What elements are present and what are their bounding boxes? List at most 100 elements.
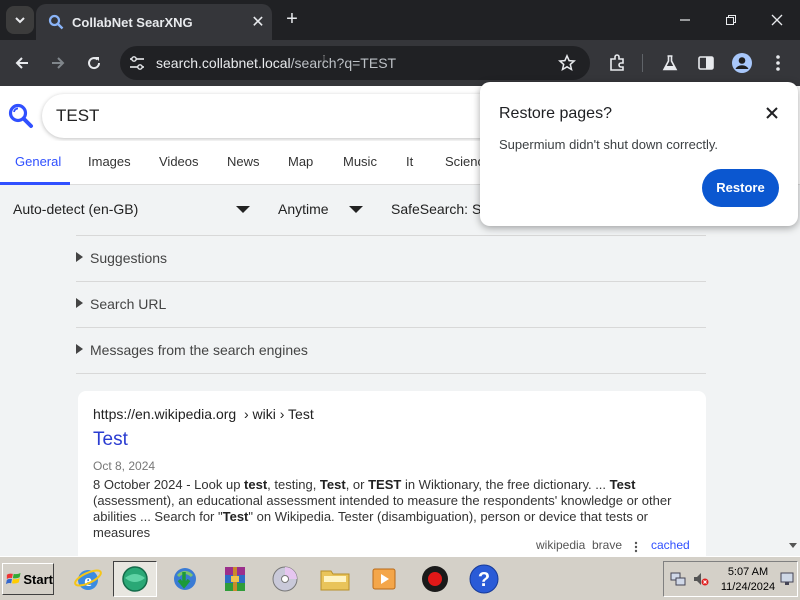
taskbar-download-manager[interactable] — [163, 561, 207, 597]
taskbar-file-explorer[interactable] — [313, 561, 357, 597]
download-globe-icon — [174, 568, 196, 590]
extensions-button[interactable] — [602, 48, 632, 78]
search-result: https://en.wikipedia.org › wiki › Test T… — [78, 391, 706, 556]
snippet-highlight: test — [244, 477, 268, 492]
help-icon: ? — [469, 564, 499, 594]
taskbar-help[interactable]: ? — [462, 561, 506, 597]
restore-button[interactable]: Restore — [702, 169, 779, 207]
time-range-select[interactable]: Anytime — [278, 201, 329, 217]
result-date: Oct 8, 2024 — [93, 459, 156, 473]
restore-window-button[interactable] — [708, 0, 754, 40]
text-cursor-icon — [323, 55, 325, 63]
puzzle-icon — [610, 54, 624, 71]
site-info-icon[interactable] — [128, 54, 146, 72]
tab-science[interactable]: Scienc — [445, 154, 484, 169]
start-button[interactable]: Start — [2, 563, 54, 595]
taskbar-ie[interactable]: e — [66, 561, 110, 597]
tab-videos[interactable]: Videos — [159, 154, 199, 169]
language-select[interactable]: Auto-detect (en-GB) — [13, 201, 138, 217]
back-arrow-icon — [15, 57, 28, 69]
monitor-icon[interactable] — [780, 572, 794, 586]
expand-triangle-icon — [76, 252, 83, 262]
taskbar-browser[interactable] — [113, 561, 157, 597]
minimize-button[interactable] — [662, 0, 708, 40]
tab-images[interactable]: Images — [88, 154, 131, 169]
close-window-button[interactable] — [754, 0, 800, 40]
snippet-highlight: Test — [609, 477, 636, 492]
clock-time: 5:07 AM — [727, 566, 769, 578]
dialog-message: Supermium didn't shut down correctly. — [499, 137, 719, 152]
record-icon — [422, 566, 448, 592]
search-url-toggle[interactable]: Search URL — [76, 281, 706, 327]
network-icon[interactable] — [670, 571, 686, 587]
tab-general[interactable]: General — [15, 154, 61, 169]
restore-window-icon — [726, 15, 736, 25]
scroll-down-arrow-icon[interactable] — [789, 543, 797, 548]
tab-music[interactable]: Music — [343, 154, 377, 169]
tab-map[interactable]: Map — [288, 154, 313, 169]
search-icon — [48, 14, 64, 30]
start-label: Start — [23, 571, 53, 587]
result-url-path: › wiki › Test — [243, 406, 314, 422]
language-dropdown-icon[interactable] — [236, 206, 250, 213]
volume-muted-icon[interactable] — [693, 571, 709, 587]
profile-button[interactable] — [727, 48, 757, 78]
bookmark-star-icon[interactable] — [558, 54, 576, 72]
internet-explorer-icon: e — [74, 569, 102, 590]
avatar-icon — [732, 53, 752, 73]
labs-button[interactable] — [655, 48, 685, 78]
windows-logo-icon — [6, 573, 21, 585]
tab-news[interactable]: News — [227, 154, 260, 169]
engine-messages-toggle[interactable]: Messages from the search engines — [76, 327, 706, 373]
searxng-logo-icon[interactable] — [8, 103, 34, 129]
divider — [76, 373, 706, 374]
snippet-highlight: Test — [222, 509, 249, 524]
snippet-text: , or — [345, 477, 369, 492]
taskbar-media-player[interactable] — [362, 561, 406, 597]
suggestions-toggle[interactable]: Suggestions — [76, 235, 706, 281]
snippet-highlight: Test — [319, 477, 346, 492]
side-panel-button[interactable] — [691, 48, 721, 78]
more-vert-icon[interactable] — [634, 541, 638, 553]
folder-icon — [320, 570, 350, 591]
back-button[interactable] — [7, 48, 37, 78]
media-player-icon — [372, 568, 396, 590]
address-bar[interactable]: search.collabnet.local/search?q=TEST — [120, 46, 590, 80]
side-panel-icon — [698, 56, 714, 70]
reload-button[interactable] — [79, 48, 109, 78]
clock[interactable]: 5:07 AM 11/24/2024 — [718, 565, 778, 595]
search-box — [42, 94, 512, 138]
result-title-link[interactable]: Test — [93, 429, 128, 451]
search-input[interactable] — [56, 103, 456, 129]
time-range-dropdown-icon[interactable] — [349, 206, 363, 213]
result-url[interactable]: https://en.wikipedia.org › wiki › Test — [93, 406, 314, 422]
result-snippet: 8 October 2024 - Look up test, testing, … — [93, 477, 693, 541]
taskbar-winrar[interactable] — [213, 561, 257, 597]
tab-strip: CollabNet SearXNG ✕ + — [0, 0, 800, 40]
toolbar-divider — [642, 54, 643, 72]
menu-button[interactable] — [763, 48, 793, 78]
engine-wikipedia: wikipedia — [536, 538, 586, 552]
close-icon — [771, 14, 783, 26]
result-url-base: https://en.wikipedia.org — [93, 406, 237, 422]
tab-search-button[interactable] — [6, 6, 34, 34]
restore-pages-dialog: Restore pages? Supermium didn't shut dow… — [480, 82, 798, 226]
dialog-title: Restore pages? — [499, 105, 612, 122]
engine-brave: brave — [592, 538, 623, 552]
forward-arrow-icon — [52, 57, 65, 69]
close-icon[interactable] — [762, 103, 782, 123]
tab-close-icon[interactable]: ✕ — [244, 12, 272, 32]
taskbar-cd-player[interactable] — [263, 561, 307, 597]
expand-triangle-icon — [76, 344, 83, 354]
safesearch-select[interactable]: SafeSearch: St — [391, 201, 485, 217]
clock-date: 11/24/2024 — [720, 581, 776, 593]
expand-triangle-icon — [76, 298, 83, 308]
details-label: Messages from the search engines — [90, 342, 308, 358]
browser-tab[interactable]: CollabNet SearXNG ✕ — [36, 4, 272, 40]
forward-button[interactable] — [43, 48, 73, 78]
cached-link[interactable]: cached — [651, 538, 690, 552]
taskbar-recorder[interactable] — [413, 561, 457, 597]
reload-icon — [88, 57, 101, 70]
new-tab-button[interactable]: + — [280, 8, 304, 32]
tab-it[interactable]: It — [406, 154, 413, 169]
